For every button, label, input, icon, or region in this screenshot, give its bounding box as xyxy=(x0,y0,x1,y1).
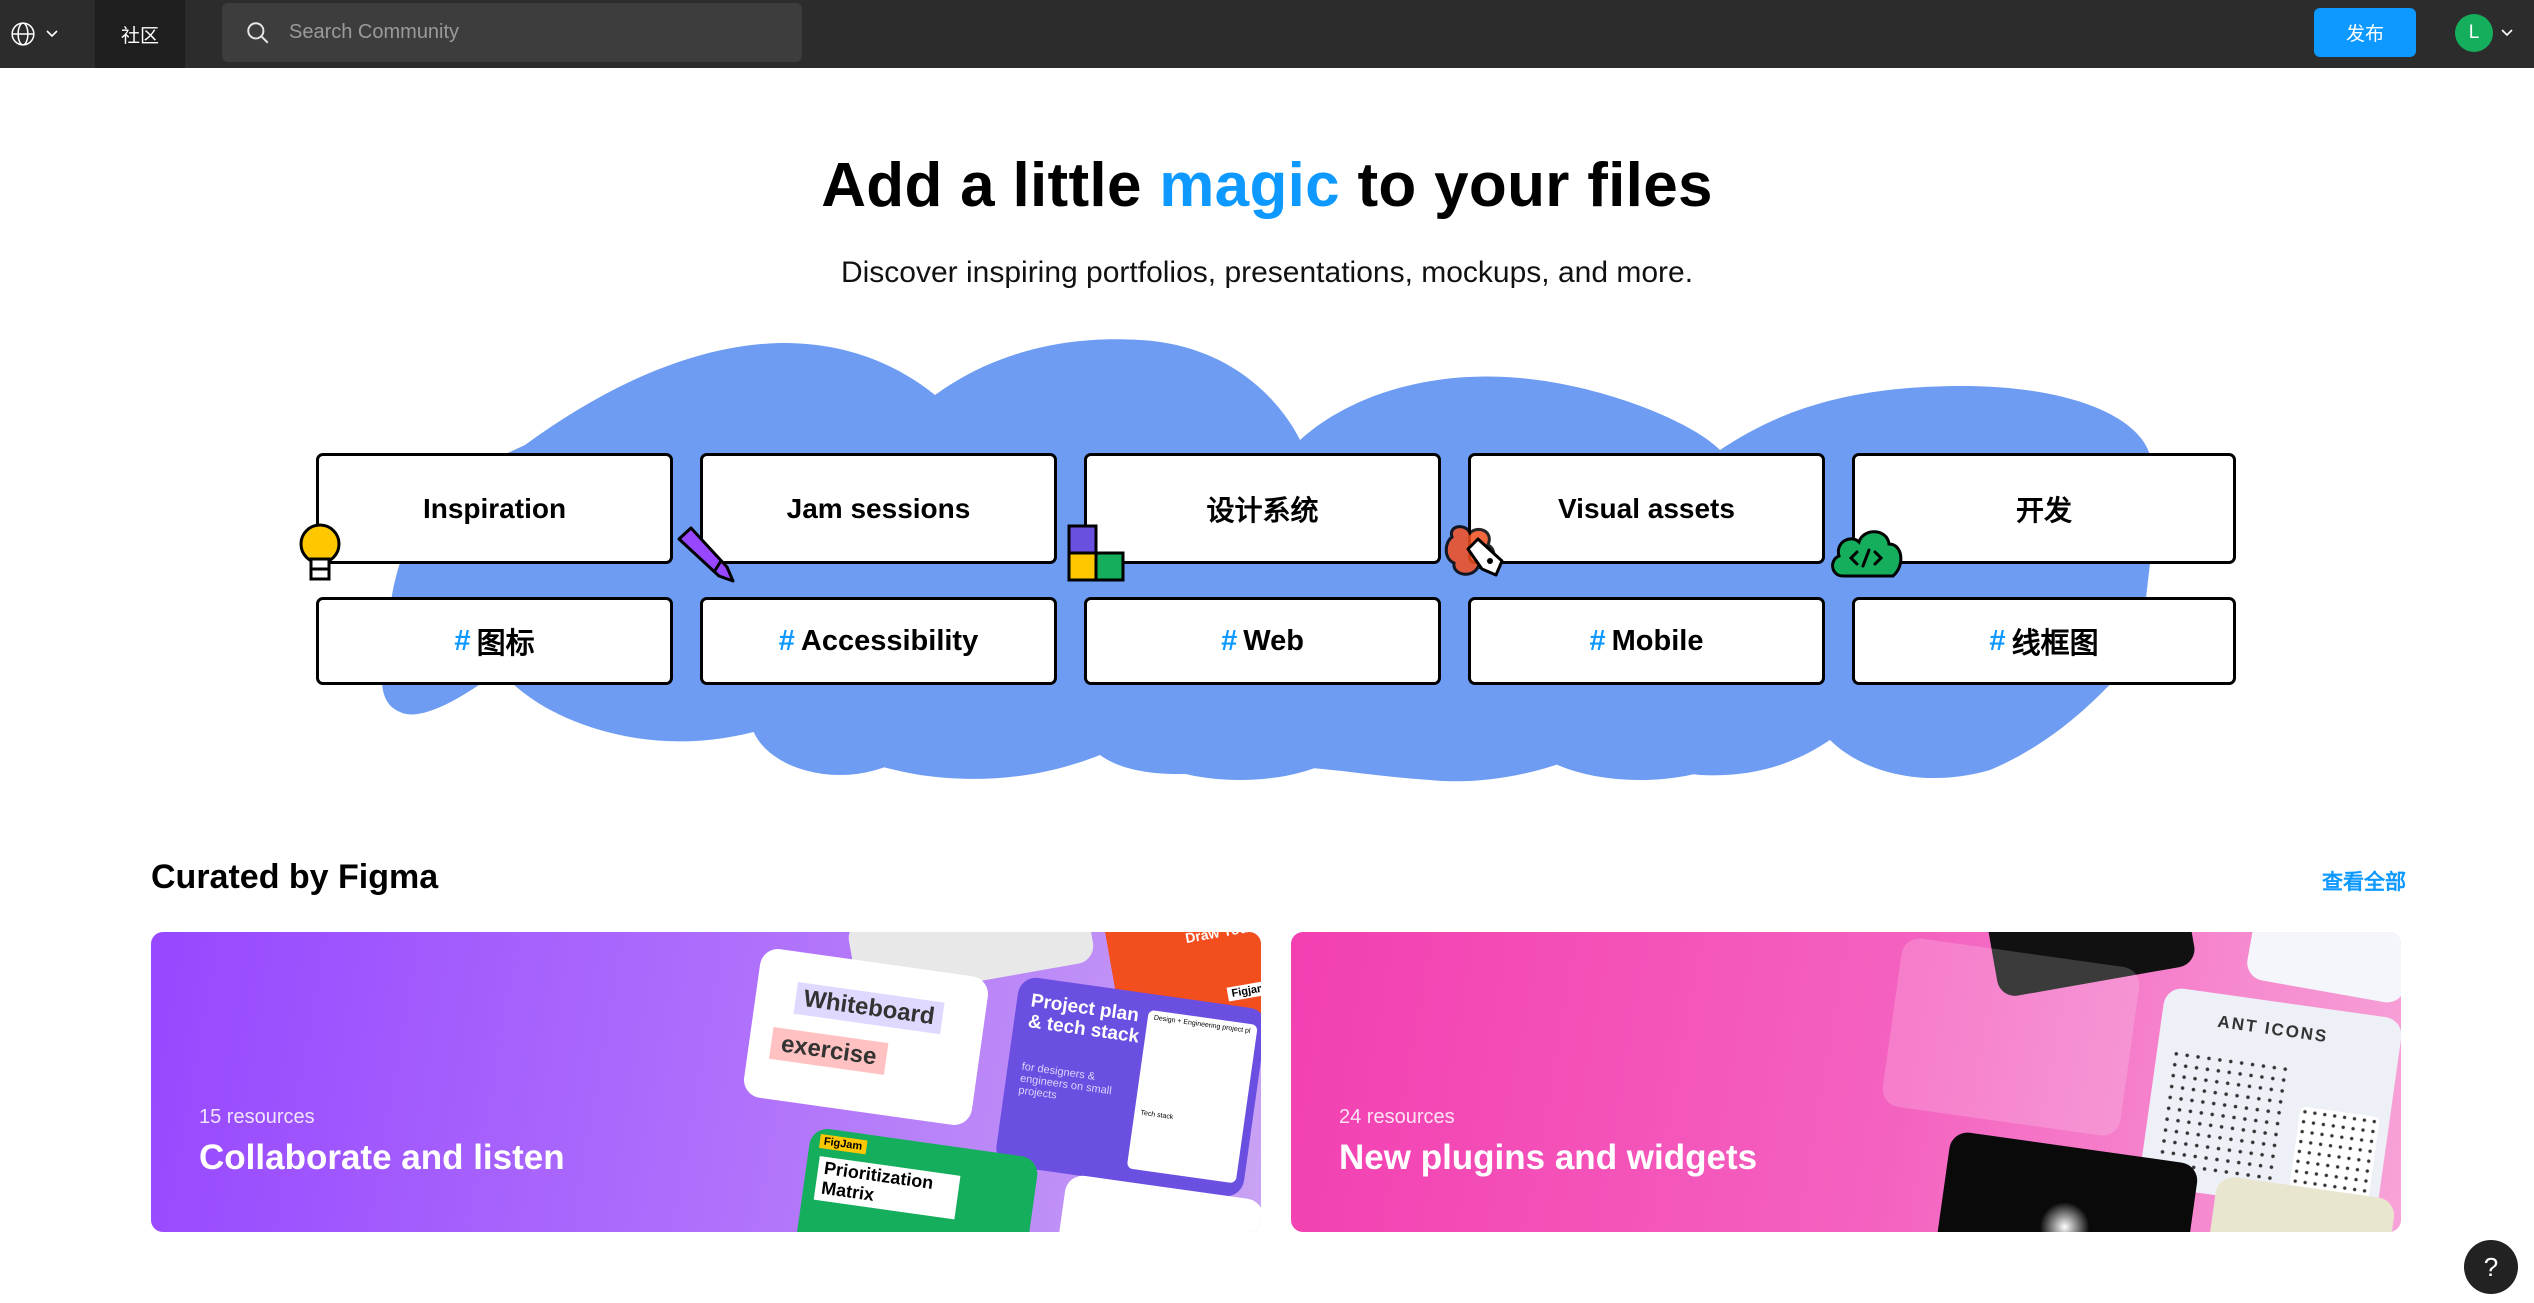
search-icon xyxy=(247,21,269,43)
language-selector[interactable] xyxy=(10,16,76,52)
hash-symbol: # xyxy=(454,624,471,657)
hero-title-start: Add a little xyxy=(821,151,1160,220)
thumbnail-subtitle: exercise xyxy=(769,1027,889,1075)
code-cloud-icon xyxy=(1831,530,1903,578)
hero-title: Add a little magic to your files xyxy=(0,150,2534,221)
curated-card-plugins[interactable]: 24 resources New plugins and widgets ANT… xyxy=(1291,932,2401,1232)
thumbnail-translucent xyxy=(1880,936,2142,1138)
tab-community[interactable]: 社区 xyxy=(95,0,185,68)
search-bar[interactable] xyxy=(222,3,802,62)
help-button[interactable]: ? xyxy=(2464,1240,2518,1294)
thumbnail-label: Figjam xyxy=(1226,980,1261,1002)
pencil-icon xyxy=(677,526,735,583)
hash-symbol: # xyxy=(1221,624,1238,657)
thumbnail-title: Whiteboard xyxy=(793,981,945,1035)
category-design-systems[interactable]: 设计系统 xyxy=(1084,453,1441,564)
tag-icons[interactable]: # 图标 xyxy=(316,597,673,685)
category-visual-assets[interactable]: Visual assets xyxy=(1468,453,1825,564)
tag-label: Web xyxy=(1243,624,1304,657)
tag-wireframes[interactable]: # 线框图 xyxy=(1852,597,2236,685)
thumbnail-preview: Design + Engineering project pl Tech sta… xyxy=(1126,1009,1258,1184)
resource-count: 24 resources xyxy=(1339,1106,1455,1128)
curated-card-collaborate[interactable]: 15 resources Collaborate and listen Draw… xyxy=(151,932,1261,1232)
thumbnail-title: Project plan & tech stack xyxy=(1026,990,1141,1048)
thumbnail-subtitle: for designers & engineers on small proje… xyxy=(1017,1060,1113,1102)
thumbnail-label: Tech stack xyxy=(1139,1109,1174,1122)
hero-title-accent: magic xyxy=(1159,151,1340,220)
tag-label: Mobile xyxy=(1611,624,1704,657)
category-label: 开发 xyxy=(2015,494,2072,526)
thumbnail-title: Draw Your F xyxy=(1184,932,1261,946)
pen-tool-icon xyxy=(1444,525,1504,577)
tag-label: 线框图 xyxy=(2011,628,2099,660)
globe-icon xyxy=(11,22,35,46)
account-menu[interactable]: L xyxy=(2455,14,2513,52)
thumbnail-badge: FigJam xyxy=(818,1134,867,1155)
hero-subtitle: Discover inspiring portfolios, presentat… xyxy=(840,256,1694,289)
top-navigation-bar: 社区 发布 L xyxy=(0,0,2534,68)
thumbnail-title: Prioritization Matrix xyxy=(813,1156,961,1220)
chevron-down-icon xyxy=(46,30,58,38)
thumbnail-label: Design + Engineering project pl xyxy=(1153,1014,1251,1036)
tag-web[interactable]: # Web xyxy=(1084,597,1441,685)
publish-button[interactable]: 发布 xyxy=(2314,8,2416,57)
section-title-curated: Curated by Figma xyxy=(151,858,439,896)
thumbnail-top-chart xyxy=(2244,932,2401,1006)
tag-accessibility[interactable]: # Accessibility xyxy=(700,597,1057,685)
lightbulb-icon xyxy=(299,523,341,581)
card-title: Collaborate and listen xyxy=(199,1138,565,1177)
chevron-down-icon xyxy=(2501,29,2513,37)
hash-symbol: # xyxy=(1589,624,1606,657)
category-development[interactable]: 开发 xyxy=(1852,453,2236,564)
tag-label: Accessibility xyxy=(800,624,979,657)
search-input[interactable] xyxy=(287,11,802,54)
avatar: L xyxy=(2455,14,2493,52)
tag-mobile[interactable]: # Mobile xyxy=(1468,597,1825,685)
category-label: Inspiration xyxy=(422,492,567,524)
resource-count: 15 resources xyxy=(199,1106,315,1128)
category-label: Jam sessions xyxy=(786,492,971,524)
view-all-link[interactable]: 查看全部 xyxy=(2322,866,2406,896)
category-label: 设计系统 xyxy=(1206,494,1319,526)
thumbnail-whiteboard: Whiteboard exercise xyxy=(741,946,991,1128)
glow-shape xyxy=(2036,1198,2093,1232)
hash-symbol: # xyxy=(1989,624,2006,657)
card-title: New plugins and widgets xyxy=(1339,1138,1758,1177)
thumbnail-title: ANT ICONS xyxy=(2216,1011,2330,1047)
tag-label: 图标 xyxy=(476,628,535,660)
hash-symbol: # xyxy=(778,624,795,657)
hero-title-end: to your files xyxy=(1339,151,1713,220)
blocks-icon xyxy=(1067,524,1125,582)
category-jam-sessions[interactable]: Jam sessions xyxy=(700,453,1057,564)
category-inspiration[interactable]: Inspiration xyxy=(316,453,673,564)
category-label: Visual assets xyxy=(1558,492,1735,524)
